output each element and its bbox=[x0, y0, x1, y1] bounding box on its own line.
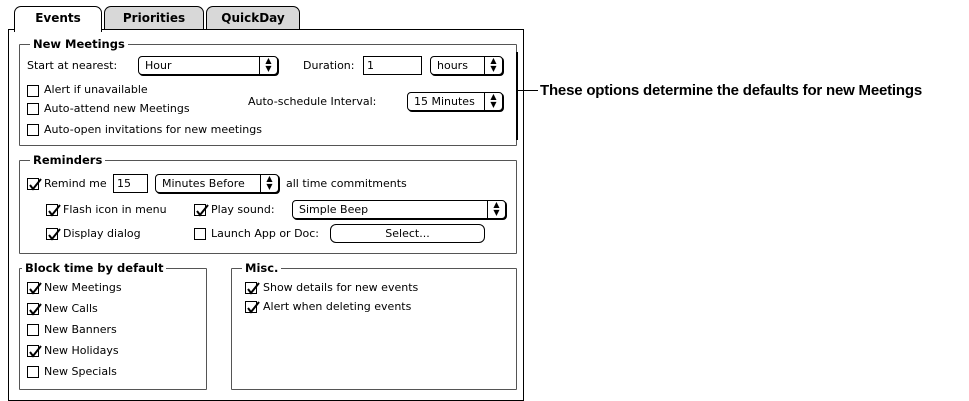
new-meetings-label: New Meetings bbox=[44, 281, 122, 294]
new-calls-checkbox[interactable] bbox=[27, 303, 42, 316]
show-details-label: Show details for new events bbox=[263, 281, 419, 294]
callout-text: These options determine the defaults for… bbox=[540, 82, 922, 99]
play-sound-checkbox[interactable] bbox=[194, 204, 209, 217]
new-banners-checkbox[interactable] bbox=[27, 324, 39, 336]
popup-arrows-icon: ▲ ▼ bbox=[484, 57, 502, 74]
duration-label: Duration: bbox=[303, 59, 355, 72]
new-specials-checkbox[interactable] bbox=[27, 366, 39, 378]
launch-app-label: Launch App or Doc: bbox=[211, 227, 320, 240]
tab-quickday[interactable]: QuickDay bbox=[206, 6, 300, 31]
popup-arrows-icon: ▲ ▼ bbox=[484, 93, 502, 110]
alert-unavailable-label: Alert if unavailable bbox=[44, 83, 148, 96]
new-meetings-group: New Meetings Start at nearest: Hour ▲ ▼ D… bbox=[19, 36, 517, 146]
remind-me-label: Remind me bbox=[44, 177, 107, 190]
checkmark-icon bbox=[48, 228, 61, 241]
display-dialog-checkbox[interactable] bbox=[46, 228, 61, 241]
launch-app-checkbox[interactable] bbox=[194, 228, 206, 240]
remind-unit-value: Minutes Before bbox=[162, 177, 245, 190]
checkmark-icon bbox=[247, 301, 260, 314]
interval-label: Auto-schedule Interval: bbox=[248, 95, 377, 108]
popup-arrows-icon: ▲ ▼ bbox=[487, 201, 505, 218]
misc-legend: Misc. bbox=[242, 260, 282, 276]
checkmark-icon bbox=[29, 282, 42, 295]
reminders-legend: Reminders bbox=[30, 152, 106, 168]
new-holidays-checkbox[interactable] bbox=[27, 345, 42, 358]
remind-unit-popup[interactable]: Minutes Before ▲ ▼ bbox=[155, 174, 279, 193]
new-banners-label: New Banners bbox=[44, 323, 117, 336]
remind-minutes-field[interactable] bbox=[113, 174, 148, 193]
interval-popup[interactable]: 15 Minutes ▲ ▼ bbox=[407, 92, 503, 111]
checkmark-icon bbox=[29, 345, 42, 358]
start-at-value: Hour bbox=[145, 59, 172, 72]
remind-me-checkbox[interactable] bbox=[27, 178, 42, 191]
tab-priorities[interactable]: Priorities bbox=[104, 6, 204, 31]
alert-deleting-checkbox[interactable] bbox=[245, 301, 260, 314]
interval-value: 15 Minutes bbox=[414, 95, 475, 108]
block-time-legend: Block time by default bbox=[22, 260, 167, 276]
checkmark-icon bbox=[48, 204, 61, 217]
remind-suffix-label: all time commitments bbox=[286, 177, 407, 190]
start-at-popup[interactable]: Hour ▲ ▼ bbox=[138, 56, 278, 75]
callout-bracket bbox=[516, 52, 518, 140]
duration-unit-value: hours bbox=[437, 59, 468, 72]
duration-field[interactable] bbox=[363, 56, 422, 75]
show-details-checkbox[interactable] bbox=[245, 282, 260, 295]
new-holidays-label: New Holidays bbox=[44, 344, 119, 357]
checkmark-icon bbox=[29, 303, 42, 316]
events-panel: New Meetings Start at nearest: Hour ▲ ▼ D… bbox=[8, 29, 524, 401]
tab-events[interactable]: Events bbox=[14, 6, 102, 32]
checkmark-icon bbox=[247, 282, 260, 295]
auto-open-label: Auto-open invitations for new meetings bbox=[44, 123, 262, 136]
checkmark-icon bbox=[196, 204, 209, 217]
start-at-label: Start at nearest: bbox=[27, 59, 118, 72]
checkmark-icon bbox=[29, 178, 42, 191]
sound-value: Simple Beep bbox=[299, 203, 369, 216]
auto-attend-checkbox[interactable] bbox=[27, 103, 39, 115]
duration-unit-popup[interactable]: hours ▲ ▼ bbox=[430, 56, 503, 75]
new-meetings-checkbox[interactable] bbox=[27, 282, 42, 295]
alert-deleting-label: Alert when deleting events bbox=[263, 300, 412, 313]
auto-open-checkbox[interactable] bbox=[27, 124, 39, 136]
new-meetings-legend: New Meetings bbox=[30, 36, 128, 52]
play-sound-label: Play sound: bbox=[211, 203, 275, 216]
callout-leader-line bbox=[518, 90, 538, 91]
new-specials-label: New Specials bbox=[44, 365, 117, 378]
flash-icon-checkbox[interactable] bbox=[46, 204, 61, 217]
alert-unavailable-checkbox[interactable] bbox=[27, 85, 39, 97]
flash-icon-label: Flash icon in menu bbox=[63, 203, 167, 216]
select-button[interactable]: Select... bbox=[330, 224, 485, 243]
popup-arrows-icon: ▲ ▼ bbox=[259, 57, 277, 74]
popup-arrows-icon: ▲ ▼ bbox=[260, 175, 278, 192]
new-calls-label: New Calls bbox=[44, 302, 98, 315]
display-dialog-label: Display dialog bbox=[63, 227, 141, 240]
reminders-group: Reminders Remind me Minutes Before ▲▼ al… bbox=[19, 152, 517, 254]
misc-group: Misc. Show details for new events Alert … bbox=[231, 260, 517, 390]
sound-popup[interactable]: Simple Beep ▲ ▼ bbox=[292, 200, 506, 219]
auto-attend-label: Auto-attend new Meetings bbox=[44, 102, 190, 115]
block-time-group: Block time by default New Meetings New C… bbox=[19, 260, 207, 390]
